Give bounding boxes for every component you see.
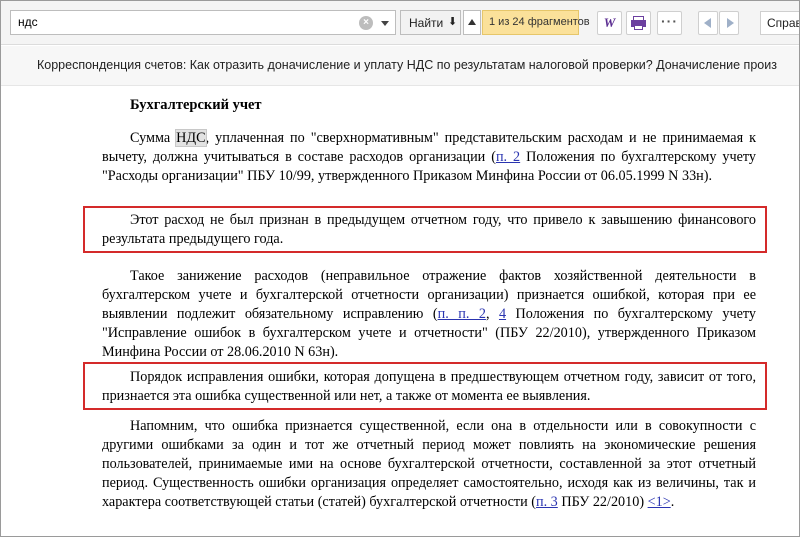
forward-arrow-icon[interactable] [719, 11, 739, 35]
search-match-highlight: НДС [175, 129, 207, 147]
previous-match-button[interactable] [463, 10, 481, 35]
breadcrumb: Корреспонденция счетов: Как отразить дон… [1, 46, 799, 86]
arrow-up-icon [468, 19, 476, 25]
print-icon[interactable] [626, 11, 651, 35]
search-input[interactable]: ндс × [10, 10, 376, 35]
document-viewer-window: ндс × Найти ⬇ 1 из 24 фрагментов W ··· С… [0, 0, 800, 537]
help-button[interactable]: Справ [760, 11, 799, 35]
breadcrumb-text[interactable]: Корреспонденция счетов: Как отразить дон… [37, 58, 777, 72]
match-count-badge: 1 из 24 фрагментов [482, 10, 590, 35]
link-pbu-22-pp2[interactable]: п. п. 2 [438, 306, 486, 322]
document-body: Бухгалтерский учет Сумма НДС, уплаченная… [1, 87, 799, 536]
paragraph-1: Сумма НДС, уплаченная по "сверхнормативн… [102, 129, 757, 184]
find-button-label: Найти [409, 16, 444, 30]
back-arrow-icon[interactable] [698, 11, 718, 35]
section-heading: Бухгалтерский учет [130, 97, 262, 113]
highlight-box-2 [83, 362, 767, 410]
paragraph-5: Напомним, что ошибка признается существе… [102, 418, 756, 510]
paragraph-3: Такое занижение расходов (неправильное о… [102, 268, 757, 360]
search-history-dropdown[interactable] [375, 10, 396, 35]
word-export-icon[interactable]: W [597, 11, 622, 35]
highlight-box-1 [83, 206, 767, 253]
search-input-value: ндс [18, 15, 38, 29]
link-pbu-22-p3[interactable]: п. 3 [536, 494, 558, 510]
chevron-down-icon [381, 21, 389, 26]
footnote-link[interactable]: <1> [648, 494, 671, 510]
find-button[interactable]: Найти ⬇ [400, 10, 461, 35]
more-options-icon[interactable]: ··· [657, 11, 682, 35]
link-pbu-22-p4[interactable]: 4 [499, 306, 506, 322]
clear-search-icon[interactable]: × [359, 16, 373, 30]
arrow-down-icon: ⬇ [448, 16, 458, 28]
link-pbu-10-p2[interactable]: п. 2 [496, 149, 520, 165]
search-toolbar: ндс × Найти ⬇ 1 из 24 фрагментов W ··· С… [1, 1, 799, 45]
